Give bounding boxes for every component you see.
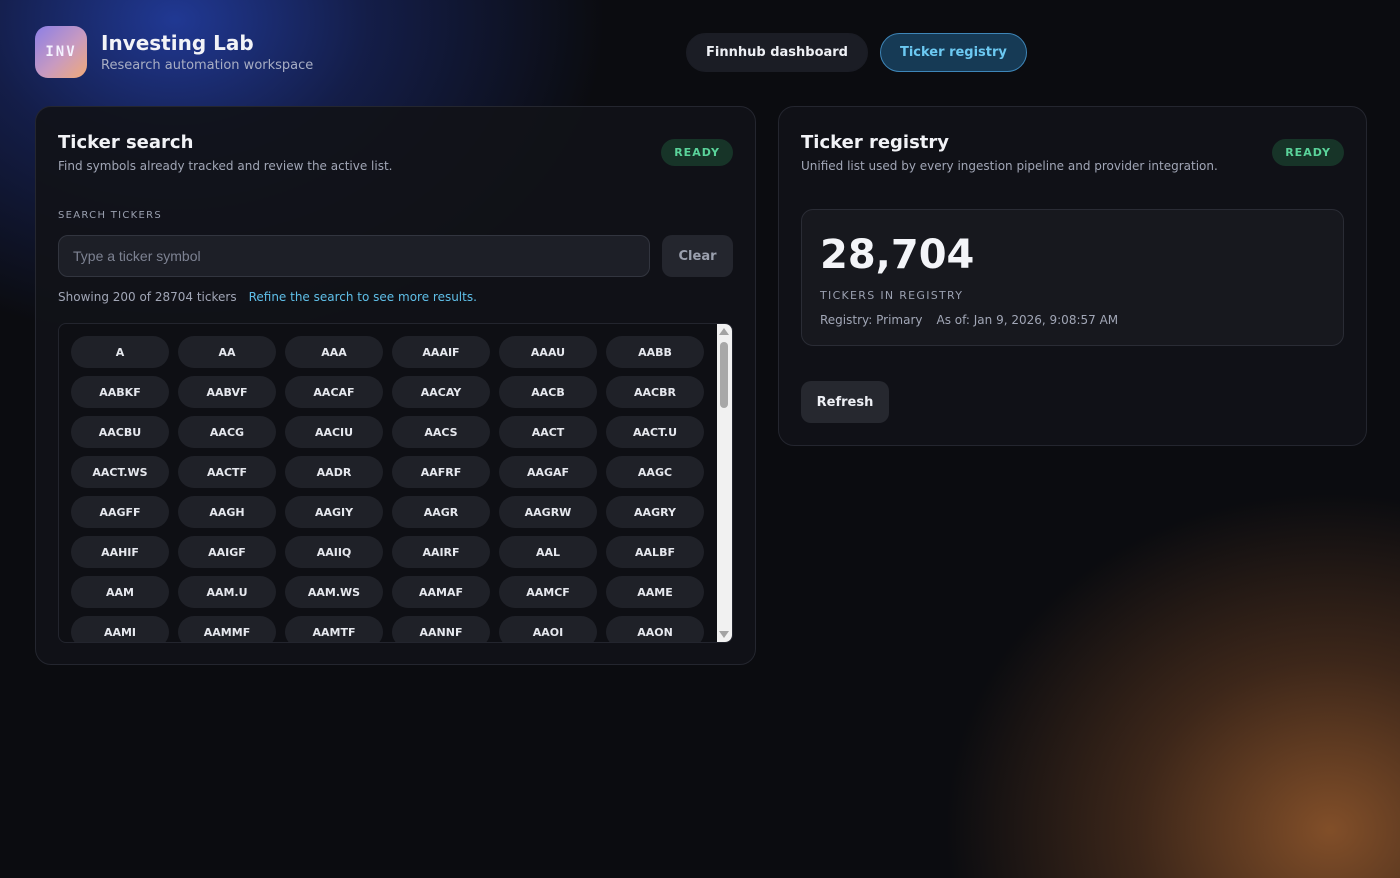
ticker-chip[interactable]: AACT.WS [71, 456, 169, 488]
showing-count: Showing 200 of 28704 tickers [58, 290, 237, 304]
ticker-chip[interactable]: AAMTF [285, 616, 383, 642]
ticker-search-input[interactable] [58, 235, 650, 277]
results-summary: Showing 200 of 28704 tickers Refine the … [58, 290, 477, 304]
scroll-thumb[interactable] [720, 342, 728, 408]
ticker-chip[interactable]: A [71, 336, 169, 368]
nav-ticker-registry[interactable]: Ticker registry [879, 33, 1027, 72]
ticker-chip[interactable]: AAGRY [606, 496, 704, 528]
ticker-chip[interactable]: AAME [606, 576, 704, 608]
panel-description: Find symbols already tracked and review … [58, 159, 393, 173]
nav-finnhub-dashboard[interactable]: Finnhub dashboard [686, 33, 868, 72]
ticker-list: A AA AAA AAAIF AAAU AABB AABKF AABVF AACAF AACAY A… [58, 323, 733, 643]
registry-stat-card: 28,704 TICKERS IN REGISTRY Registry: Pri… [801, 209, 1344, 346]
clear-button[interactable]: Clear [662, 235, 733, 277]
ticker-chip[interactable]: AAON [606, 616, 704, 642]
ticker-search-panel: Ticker search Find symbols already track… [35, 106, 756, 665]
ticker-chip[interactable]: AACAY [392, 376, 490, 408]
ticker-chip[interactable]: AALBF [606, 536, 704, 568]
ticker-chip[interactable]: AA [178, 336, 276, 368]
ticker-chip[interactable]: AAIIQ [285, 536, 383, 568]
ticker-chip[interactable]: AAM.U [178, 576, 276, 608]
ticker-chip[interactable]: AAMAF [392, 576, 490, 608]
ticker-count: 28,704 [820, 232, 975, 278]
ticker-chip[interactable]: AACIU [285, 416, 383, 448]
ticker-chip[interactable]: AAMI [71, 616, 169, 642]
scroll-up-arrow-icon[interactable] [719, 328, 729, 335]
ticker-chip[interactable]: AACTF [178, 456, 276, 488]
ticker-chip[interactable]: AAAU [499, 336, 597, 368]
ticker-chip[interactable]: AAGR [392, 496, 490, 528]
ticker-chip[interactable]: AACG [178, 416, 276, 448]
ticker-chip[interactable]: AANNF [392, 616, 490, 642]
scrollbar[interactable] [717, 324, 732, 642]
panel-title: Ticker search [58, 132, 194, 153]
ticker-chip[interactable]: AAM [71, 576, 169, 608]
ticker-chip[interactable]: AAMMF [178, 616, 276, 642]
ticker-registry-panel: Ticker registry Unified list used by eve… [778, 106, 1367, 446]
ticker-chip[interactable]: AAAIF [392, 336, 490, 368]
brand-text: Investing Lab Research automation worksp… [101, 32, 313, 73]
ticker-chip[interactable]: AAGRW [499, 496, 597, 528]
ticker-chip[interactable]: AAL [499, 536, 597, 568]
ticker-chip[interactable]: AACBR [606, 376, 704, 408]
ticker-chip[interactable]: AAGIY [285, 496, 383, 528]
ticker-chip[interactable]: AADR [285, 456, 383, 488]
brand: INV Investing Lab Research automation wo… [35, 26, 313, 78]
ticker-chip[interactable]: AACBU [71, 416, 169, 448]
ticker-chip[interactable]: AACT.U [606, 416, 704, 448]
ticker-chip[interactable]: AAGH [178, 496, 276, 528]
registry-name: Registry: Primary [820, 313, 923, 327]
ticker-chip[interactable]: AAIRF [392, 536, 490, 568]
ticker-chip[interactable]: AAIGF [178, 536, 276, 568]
ticker-chip[interactable]: AACS [392, 416, 490, 448]
panel-title: Ticker registry [801, 132, 950, 153]
as-of-timestamp: As of: Jan 9, 2026, 9:08:57 AM [936, 313, 1119, 327]
app-subtitle: Research automation workspace [101, 57, 314, 73]
ticker-count-label: TICKERS IN REGISTRY [820, 289, 964, 302]
registry-meta: Registry: Primary As of: Jan 9, 2026, 9:… [820, 313, 1118, 327]
refresh-button[interactable]: Refresh [801, 381, 889, 423]
search-field-label: SEARCH TICKERS [58, 210, 163, 221]
ticker-chip[interactable]: AAGC [606, 456, 704, 488]
ticker-chip[interactable]: AABVF [178, 376, 276, 408]
ticker-chip[interactable]: AACB [499, 376, 597, 408]
ticker-chip[interactable]: AAGAF [499, 456, 597, 488]
top-nav: Finnhub dashboard Ticker registry [686, 33, 1027, 72]
ticker-chip[interactable]: AAHIF [71, 536, 169, 568]
status-badge: READY [1272, 139, 1344, 166]
ticker-chip[interactable]: AAOI [499, 616, 597, 642]
app-title: Investing Lab [101, 30, 254, 55]
ticker-chip[interactable]: AAM.WS [285, 576, 383, 608]
ticker-chip[interactable]: AABKF [71, 376, 169, 408]
ticker-chip[interactable]: AAGFF [71, 496, 169, 528]
status-badge: READY [661, 139, 733, 166]
ticker-chip[interactable]: AACT [499, 416, 597, 448]
ticker-grid: A AA AAA AAAIF AAAU AABB AABKF AABVF AACAF AACAY A… [71, 336, 705, 642]
refine-hint: Refine the search to see more results. [248, 290, 477, 304]
scroll-down-arrow-icon[interactable] [719, 631, 729, 638]
ticker-chip[interactable]: AAA [285, 336, 383, 368]
ticker-chip[interactable]: AABB [606, 336, 704, 368]
ticker-chip[interactable]: AACAF [285, 376, 383, 408]
panel-description: Unified list used by every ingestion pip… [801, 159, 1218, 173]
ticker-chip[interactable]: AAFRF [392, 456, 490, 488]
ticker-chip[interactable]: AAMCF [499, 576, 597, 608]
app-logo: INV [35, 26, 87, 78]
